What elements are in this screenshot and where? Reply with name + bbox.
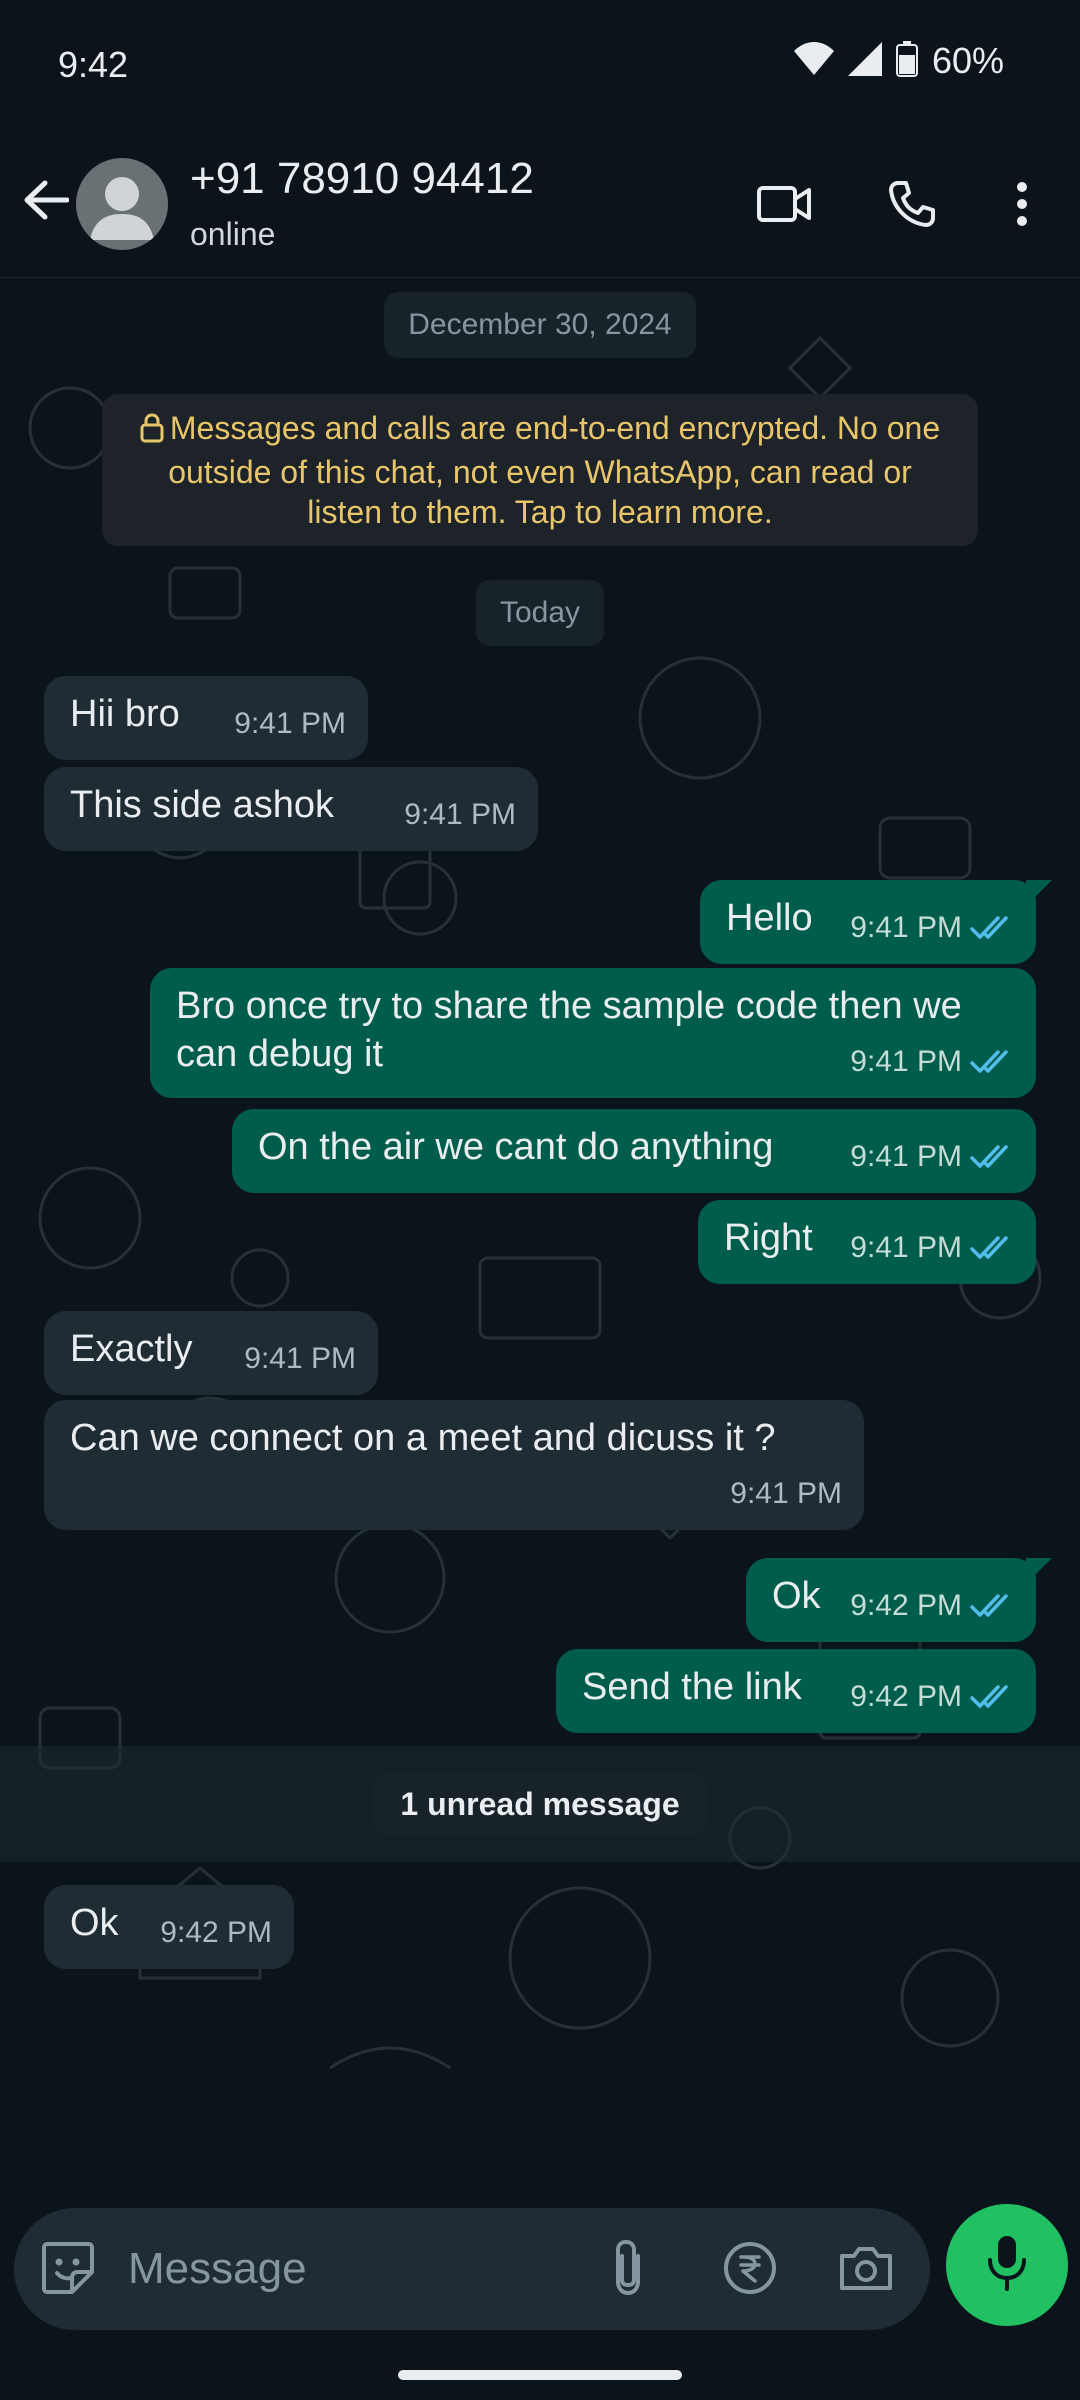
double-check-icon [970, 916, 1008, 939]
phone-icon [888, 180, 936, 233]
sticker-icon [40, 2240, 96, 2301]
message-text: Can we connect on a meet and dicuss it ? [70, 1417, 776, 1459]
contact-name[interactable]: +91 78910 94412 [190, 154, 534, 204]
double-check-icon [970, 1145, 1008, 1168]
message-input-bar: Message [0, 2200, 1080, 2340]
message-time: 9:41 PM [850, 1045, 962, 1078]
signal-icon [847, 41, 882, 81]
mic-button[interactable] [946, 2204, 1068, 2326]
message-time: 9:41 PM [850, 1140, 962, 1173]
message-bubble-incoming[interactable]: This side ashok 9:41 PM [44, 767, 538, 851]
message-text: Right [724, 1217, 813, 1259]
date-chip: December 30, 2024 [384, 292, 696, 358]
chat-header: +91 78910 94412 online [0, 130, 1080, 278]
battery-percent: 60% [931, 40, 1004, 81]
message-text: On the air we cant do anything [258, 1126, 774, 1168]
voice-call-button[interactable] [876, 170, 948, 242]
message-bubble-incoming[interactable]: Ok 9:42 PM [44, 1885, 294, 1969]
back-button[interactable] [18, 174, 74, 230]
status-time: 9:42 [58, 44, 129, 85]
message-meta: 9:41 PM [850, 904, 1014, 952]
message-meta: 9:41 PM [850, 1224, 1014, 1272]
message-meta: 9:41 PM [850, 1133, 1014, 1181]
home-indicator[interactable] [398, 2370, 682, 2380]
message-meta: 9:41 PM [850, 1038, 1014, 1086]
message-time: 9:42 PM [850, 1680, 962, 1713]
message-text: Hii bro [70, 693, 180, 735]
message-time: 9:41 PM [730, 1477, 842, 1510]
payment-button[interactable] [718, 2238, 782, 2302]
microphone-icon [985, 2233, 1029, 2298]
message-bubble-incoming[interactable]: Exactly 9:41 PM [44, 1311, 378, 1395]
contact-status: online [190, 216, 276, 252]
message-text: This side ashok [70, 784, 335, 826]
video-camera-icon [756, 184, 812, 229]
message-text: Hello [726, 897, 813, 939]
message-text: Exactly [70, 1328, 193, 1370]
status-bar: 9:42 60% [0, 0, 1080, 130]
camera-icon [838, 2244, 894, 2297]
chat-area[interactable]: December 30, 2024 Messages and calls are… [0, 278, 1080, 2200]
status-icons: 60% [793, 40, 1004, 82]
message-input-container[interactable]: Message [14, 2208, 930, 2330]
message-bubble-outgoing[interactable]: Right 9:41 PM [698, 1200, 1036, 1284]
attach-button[interactable] [596, 2238, 660, 2302]
system-nav-bar [0, 2340, 1080, 2400]
message-bubble-incoming[interactable]: Hii bro 9:41 PM [44, 676, 368, 760]
bubble-tail [1026, 880, 1052, 906]
message-bubble-outgoing[interactable]: Hello 9:41 PM [700, 880, 1052, 964]
message-text: Ok [772, 1575, 821, 1617]
avatar[interactable] [76, 158, 168, 250]
message-text: Send the link [582, 1666, 802, 1708]
message-input[interactable]: Message [128, 2244, 307, 2294]
message-bubble-outgoing[interactable]: Send the link 9:42 PM [556, 1649, 1036, 1733]
encryption-notice[interactable]: Messages and calls are end-to-end encryp… [102, 394, 978, 546]
paperclip-icon [610, 2238, 646, 2303]
lock-icon [140, 412, 164, 452]
double-check-icon [970, 1236, 1008, 1259]
message-time: 9:42 PM [160, 1916, 272, 1949]
bubble-tail [1026, 1558, 1052, 1584]
message-time: 9:42 PM [850, 1589, 962, 1622]
rupee-icon [722, 2240, 778, 2301]
message-bubble-incoming[interactable]: Can we connect on a meet and dicuss it ?… [44, 1400, 864, 1530]
double-check-icon [970, 1594, 1008, 1617]
message-time: 9:41 PM [850, 1231, 962, 1264]
video-call-button[interactable] [748, 170, 820, 242]
message-text: Ok [70, 1902, 119, 1944]
message-bubble-outgoing[interactable]: Bro once try to share the sample code th… [150, 968, 1036, 1098]
message-bubble-outgoing[interactable]: Ok 9:42 PM [746, 1558, 1052, 1642]
unread-chip: 1 unread message [372, 1772, 708, 1837]
message-meta: 9:42 PM [850, 1673, 1014, 1721]
camera-button[interactable] [834, 2238, 898, 2302]
arrow-left-icon [23, 180, 70, 225]
message-time: 9:41 PM [234, 707, 346, 740]
battery-icon [895, 40, 918, 82]
message-time: 9:41 PM [404, 798, 516, 831]
double-check-icon [970, 1050, 1008, 1073]
double-check-icon [970, 1685, 1008, 1708]
more-options-button[interactable] [986, 170, 1058, 242]
encryption-text: Messages and calls are end-to-end encryp… [168, 410, 941, 530]
message-bubble-outgoing[interactable]: On the air we cant do anything 9:41 PM [232, 1109, 1036, 1193]
message-meta: 9:42 PM [850, 1582, 1014, 1630]
more-vertical-icon [1016, 181, 1028, 232]
message-time: 9:41 PM [244, 1342, 356, 1375]
sticker-button[interactable] [36, 2238, 100, 2302]
message-time: 9:41 PM [850, 911, 962, 944]
wifi-icon [793, 41, 834, 81]
today-chip: Today [475, 580, 605, 646]
